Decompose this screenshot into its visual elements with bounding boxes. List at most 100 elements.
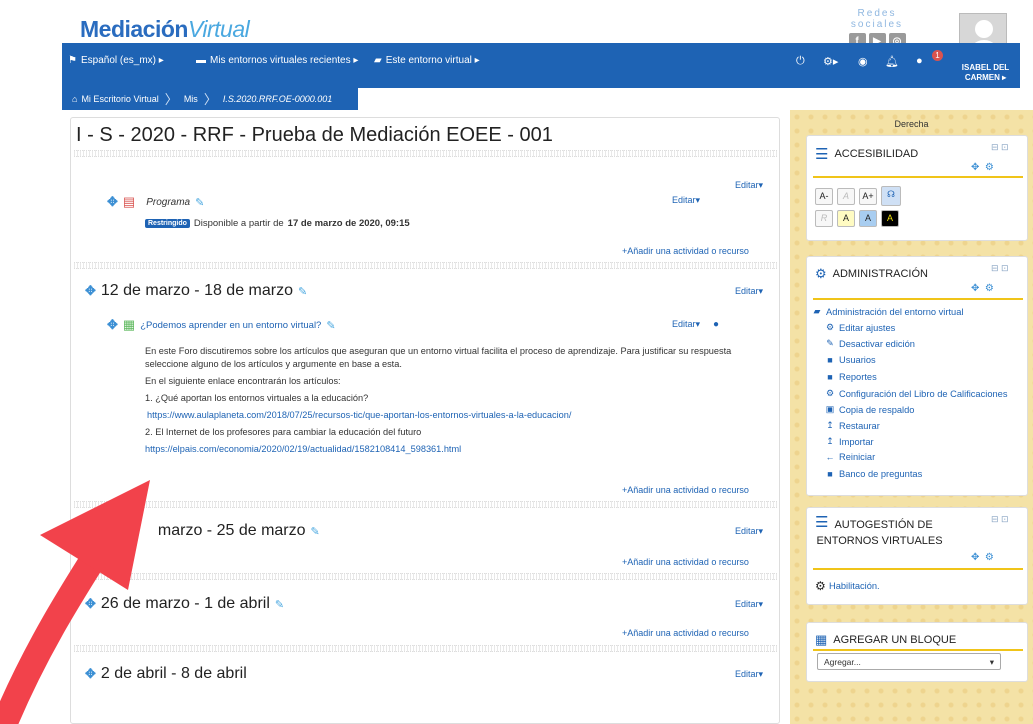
edit-title-icon[interactable]: ✎ [195, 196, 204, 209]
admin-item-libro-calificaciones[interactable]: ⚙ Configuración del Libro de Calificacion… [825, 388, 1008, 399]
folder-icon: ■ [827, 372, 833, 382]
add-activity-link[interactable]: +Añadir una actividad o recurso [622, 628, 749, 638]
bell-icon[interactable]: 🔔︎ [885, 55, 899, 68]
section-4-label: 2 de abril - 8 de abril [100, 665, 247, 682]
divider [74, 645, 777, 652]
self-management-title: AUTOGESTIÓN DE [834, 519, 933, 531]
site-logo[interactable]: MediaciónVirtual [80, 16, 250, 43]
breadcrumb-separator: 〉 [203, 92, 217, 107]
breadcrumb-current[interactable]: I.S.2020.RRF.OE-0000.001 [223, 94, 332, 104]
user-role-icon[interactable]: ● [713, 319, 719, 330]
administration-title: ADMINISTRACIÓN [832, 268, 928, 280]
admin-item-label: Desactivar edición [839, 338, 915, 349]
color-blue-button[interactable]: A [859, 210, 877, 227]
forum-description-text: 2. El Internet de los profesores para ca… [145, 427, 422, 437]
section0-edit-menu[interactable]: Editar▾ [735, 180, 763, 191]
section1-edit-menu[interactable]: Editar▾ [735, 286, 763, 297]
add-activity-link[interactable]: +Añadir una actividad o recurso [622, 246, 749, 256]
section-4-title: ✥ 2 de abril - 8 de abril [85, 665, 247, 683]
article-link-1[interactable]: https://www.aulaplaneta.com/2018/07/25/r… [147, 410, 571, 420]
admin-item-desactivar-edicion[interactable]: ✎ Desactivar edición [825, 338, 915, 349]
recent-environments-menu[interactable]: ▬ Mis entornos virtuales recientes ▸ [196, 55, 358, 66]
admin-item-editar-ajustes[interactable]: ⚙ Editar ajustes [825, 322, 895, 333]
add-activity-link[interactable]: +Añadir una actividad o recurso [622, 557, 749, 567]
move-icon[interactable]: ✥ [85, 283, 96, 299]
forum-description: En este Foro discutiremos sobre los artí… [145, 345, 745, 460]
move-icon[interactable]: ✥ [85, 596, 96, 612]
admin-item-usuarios[interactable]: ■ Usuarios [825, 355, 875, 365]
color-black-button[interactable]: A [881, 210, 899, 227]
admin-item-restaurar[interactable]: ↥ Restaurar [825, 420, 880, 431]
section-3-title: ✥ 26 de marzo - 1 de abril ✎ [85, 595, 284, 613]
self-management-title: ENTORNOS VIRTUALES [816, 535, 943, 547]
user-menu[interactable]: ISABEL DEL CARMEN ▸ [958, 63, 1013, 83]
forum-link[interactable]: ¿Podemos aprender en un entorno virtual? [140, 320, 321, 331]
edit-title-icon[interactable]: ✎ [298, 285, 307, 298]
edit-title-icon[interactable]: ✎ [326, 319, 335, 332]
block-move-icon[interactable]: ✥ ⚙ [971, 162, 994, 173]
move-icon[interactable]: ✥ [85, 666, 96, 682]
collapse-icon[interactable]: ⊟ ⊡ [991, 142, 1009, 153]
block-header: ▦ AGREGAR UN BLOQUE [815, 632, 956, 648]
speech-icon[interactable]: ☊ [881, 186, 901, 206]
section-1-title: ✥ 12 de marzo - 18 de marzo ✎ [85, 282, 307, 300]
section-2-title: ✥ marzo - 25 de marzo ✎ [85, 522, 320, 540]
this-environment-menu[interactable]: ▰ Este entorno virtual ▸ [374, 55, 480, 66]
collapse-icon[interactable]: ⊟ ⊡ [991, 263, 1009, 274]
section4-edit-menu[interactable]: Editar▾ [735, 669, 763, 680]
breadcrumb-mis[interactable]: Mis [184, 94, 198, 104]
color-yellow-button[interactable]: A [837, 210, 855, 227]
gear-menu-icon[interactable]: ⚙▸ [823, 55, 838, 68]
add-block-select[interactable]: Agregar... ▾ [817, 653, 1001, 670]
block-divider [813, 649, 1023, 651]
admin-item-importar[interactable]: ↥ Importar [825, 436, 873, 447]
arrow-left-icon: ← [825, 452, 835, 462]
logo-text-2: Virtual [187, 16, 250, 42]
font-increase-button[interactable]: A+ [859, 188, 877, 205]
course-content: I - S - 2020 - RRF - Prueba de Mediación… [70, 117, 780, 724]
forum-edit-menu[interactable]: Editar▾ [672, 319, 700, 330]
divider [74, 150, 777, 157]
move-icon[interactable]: ✥ [107, 194, 118, 210]
article-link-2[interactable]: https://elpais.com/economia/2020/02/19/a… [145, 444, 461, 454]
move-icon[interactable]: ✥ [85, 523, 96, 539]
font-reset-button[interactable]: A [837, 188, 855, 205]
font-decrease-button[interactable]: A- [815, 188, 833, 205]
folder-icon: ■ [827, 469, 833, 479]
self-management-item[interactable]: ⚙ Habilitación. [815, 579, 880, 593]
admin-item-reportes[interactable]: ■ Reportes [825, 372, 876, 382]
admin-item-copia-respaldo[interactable]: ▣ Copia de respaldo [825, 404, 915, 415]
power-icon[interactable]: ⏻ [796, 55, 805, 68]
move-icon[interactable]: ✥ [107, 317, 118, 333]
collapse-icon[interactable]: ⊟ ⊡ [991, 514, 1009, 525]
language-menu[interactable]: ⚑ Español (es_mx) ▸ [68, 55, 164, 66]
gear-icon: ⚙ [825, 388, 835, 398]
add-activity-link[interactable]: +Añadir una actividad o recurso [622, 485, 749, 495]
chat-icon[interactable]: ● [916, 55, 923, 67]
menu-icon: ☰ [815, 146, 829, 163]
forum-description-text: En este Foro discutiremos sobre los artí… [145, 346, 732, 369]
admin-item-label: Restaurar [839, 420, 880, 431]
activity-programa[interactable]: Programa [146, 197, 190, 208]
breadcrumb: ⌂ Mi Escritorio Virtual 〉 Mis 〉 I.S.2020… [62, 87, 358, 110]
divider [74, 501, 777, 508]
forum-icon: ▦ [122, 317, 136, 332]
accessibility-block: ☰ ACCESIBILIDAD ⊟ ⊡ ✥ ⚙ A- A A+ ☊ R A A … [806, 135, 1028, 241]
block-move-icon[interactable]: ✥ ⚙ [971, 283, 994, 294]
menu-icon: ☰ [815, 514, 829, 531]
activity-edit-menu[interactable]: Editar▾ [672, 195, 700, 206]
admin-item-reiniciar[interactable]: ← Reiniciar [825, 452, 876, 462]
color-reset-button[interactable]: R [815, 210, 833, 227]
breadcrumb-home[interactable]: Mi Escritorio Virtual [81, 94, 158, 104]
section2-edit-menu[interactable]: Editar▾ [735, 526, 763, 537]
edit-title-icon[interactable]: ✎ [311, 525, 320, 538]
block-move-icon[interactable]: ✥ ⚙ [971, 552, 994, 563]
section3-edit-menu[interactable]: Editar▾ [735, 599, 763, 610]
admin-item-banco-preguntas[interactable]: ■ Banco de preguntas [825, 469, 922, 479]
target-icon[interactable]: ◉ [858, 55, 868, 68]
pdf-file-icon: ▤ [122, 194, 136, 209]
section-3-label: 26 de marzo - 1 de abril [100, 595, 270, 612]
admin-root[interactable]: ▰ Administración del entorno virtual [812, 306, 964, 317]
edit-title-icon[interactable]: ✎ [275, 598, 284, 611]
main-navbar: ⚑ Español (es_mx) ▸ ▬ Mis entornos virtu… [62, 43, 1020, 88]
